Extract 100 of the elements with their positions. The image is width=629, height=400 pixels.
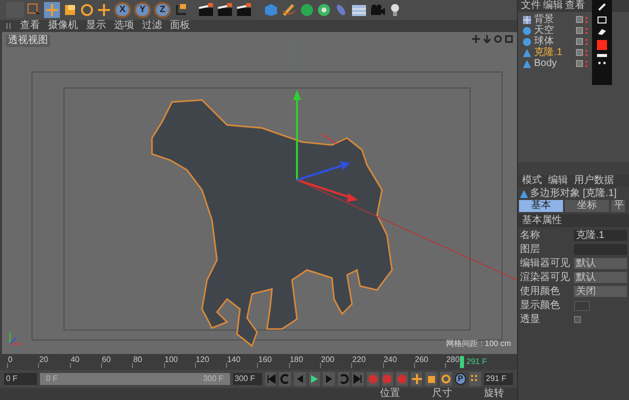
scale-key-icon bbox=[426, 374, 436, 384]
object-name: 球体 bbox=[534, 36, 555, 47]
menu-item[interactable]: 用户数据 bbox=[574, 175, 614, 187]
start-frame-field[interactable]: 0 F bbox=[4, 373, 38, 385]
position-key-icon bbox=[412, 374, 422, 384]
move-icon[interactable] bbox=[472, 35, 480, 43]
next-frame-button[interactable] bbox=[323, 372, 335, 386]
render-settings-icon[interactable] bbox=[236, 3, 252, 17]
dropdown[interactable]: 默认 bbox=[574, 272, 627, 283]
color-swatch[interactable] bbox=[597, 40, 607, 50]
add-icon[interactable] bbox=[97, 3, 111, 17]
scale-key-button[interactable] bbox=[425, 372, 438, 386]
select-arrow-icon[interactable] bbox=[27, 3, 41, 17]
previous-key-icon bbox=[280, 374, 290, 384]
ruler-tick-label: 20 bbox=[39, 355, 48, 365]
object-row[interactable]: 克隆.1 bbox=[518, 47, 629, 58]
panel-grip-icon bbox=[6, 22, 12, 30]
ruler-tick-label: 40 bbox=[70, 355, 80, 365]
auto-key-icon bbox=[382, 374, 392, 384]
menu-item[interactable]: 过滤 bbox=[142, 20, 162, 32]
next-key-icon bbox=[338, 374, 349, 384]
axis-lock-button[interactable]: X bbox=[114, 2, 131, 18]
world-axis-icon bbox=[10, 332, 22, 344]
rectangle-icon[interactable] bbox=[597, 16, 607, 24]
next-key-button[interactable] bbox=[338, 372, 350, 386]
go-to-start-button[interactable] bbox=[264, 372, 276, 386]
floor-icon[interactable] bbox=[351, 3, 367, 17]
axis-lock-button[interactable]: Z bbox=[154, 2, 171, 18]
pen-tool-icon[interactable] bbox=[281, 3, 297, 17]
tab[interactable]: 平 bbox=[611, 200, 625, 212]
checkbox[interactable] bbox=[574, 316, 581, 323]
render-view-icon[interactable] bbox=[198, 3, 214, 17]
text-field[interactable]: 克隆.1 bbox=[574, 230, 627, 241]
color-field[interactable] bbox=[574, 300, 590, 310]
record-icon bbox=[368, 374, 378, 384]
more-icon[interactable] bbox=[597, 61, 607, 65]
rotation-key-button[interactable] bbox=[440, 372, 452, 386]
menu-item[interactable]: 查看 bbox=[20, 20, 40, 32]
auto-key-button[interactable] bbox=[382, 372, 394, 386]
go-to-end-button[interactable] bbox=[352, 372, 364, 386]
field-label: 透显 bbox=[520, 314, 541, 325]
tab[interactable]: 基本 bbox=[519, 200, 563, 212]
range-end-label: 300 F bbox=[203, 373, 224, 385]
section-header: 基本属性 bbox=[518, 214, 629, 227]
menu-item[interactable]: 模式 bbox=[522, 175, 542, 187]
menu-item[interactable]: 编辑 bbox=[548, 175, 568, 187]
previous-frame-button[interactable] bbox=[294, 372, 306, 386]
next-frame-icon bbox=[324, 374, 334, 384]
point-level-button[interactable] bbox=[469, 372, 481, 386]
dropdown[interactable]: 默认 bbox=[574, 258, 627, 269]
light-bulb-icon[interactable] bbox=[389, 3, 401, 17]
ruler-tick-label: 260 bbox=[414, 355, 428, 365]
dropdown[interactable]: 关闭 bbox=[574, 286, 627, 297]
viewport-label: 透视视图 bbox=[6, 35, 50, 47]
field-label: 显示颜色 bbox=[520, 300, 561, 311]
object-row[interactable]: Body bbox=[518, 58, 629, 69]
field-label: 图层 bbox=[520, 244, 541, 255]
parameter-key-button[interactable]: P bbox=[454, 373, 466, 385]
end-frame-field[interactable]: 300 F bbox=[232, 373, 262, 385]
axis-lock-button[interactable]: Y bbox=[134, 2, 151, 18]
tab[interactable]: 坐标 bbox=[565, 200, 609, 212]
ruler-tick-label: 180 bbox=[290, 355, 304, 365]
playhead-marker[interactable] bbox=[460, 356, 464, 368]
current-frame-field[interactable]: 291 F bbox=[484, 373, 514, 385]
keyframe-selection-icon bbox=[396, 374, 407, 384]
rotate-icon[interactable] bbox=[494, 35, 502, 43]
previous-frame-icon bbox=[294, 374, 305, 384]
dolly-icon[interactable] bbox=[483, 35, 491, 43]
visibility-dots-icon bbox=[585, 48, 588, 56]
record-button[interactable] bbox=[366, 372, 379, 386]
play-button[interactable] bbox=[308, 372, 320, 386]
column-header: 尺寸 bbox=[432, 388, 452, 400]
menu-item[interactable]: 查看 bbox=[565, 0, 585, 12]
cube-icon[interactable] bbox=[264, 3, 278, 17]
menu-item[interactable]: 编辑 bbox=[543, 0, 563, 12]
coordinate-system-icon[interactable] bbox=[174, 3, 188, 17]
sphere-icon[interactable] bbox=[300, 3, 314, 17]
position-key-button[interactable] bbox=[410, 372, 422, 386]
visibility-dots-icon bbox=[585, 60, 588, 68]
rotate-icon[interactable] bbox=[80, 3, 94, 17]
eraser-icon[interactable] bbox=[597, 28, 607, 36]
object-row[interactable]: 球体 bbox=[518, 36, 629, 47]
polygon-object-icon bbox=[520, 190, 528, 198]
pen-icon[interactable] bbox=[597, 2, 607, 12]
menu-item[interactable]: 显示 bbox=[86, 20, 106, 32]
object-name: Body bbox=[534, 58, 558, 69]
menu-item[interactable]: 摄像机 bbox=[48, 20, 78, 32]
previous-key-button[interactable] bbox=[279, 372, 291, 386]
field-label: 渲染器可见 bbox=[520, 272, 571, 283]
ruler-tick-label: 100 bbox=[164, 355, 178, 365]
menu-item[interactable]: 选项 bbox=[114, 20, 134, 32]
scale-icon[interactable] bbox=[63, 3, 77, 17]
go-to-start-icon bbox=[266, 374, 276, 384]
ruler-tick-label: 200 bbox=[321, 355, 334, 365]
window-icon[interactable] bbox=[505, 35, 513, 43]
menu-item[interactable]: 面板 bbox=[170, 20, 190, 32]
render-icon[interactable] bbox=[217, 3, 233, 17]
object-row[interactable]: 天空 bbox=[518, 25, 629, 36]
visibility-dots-icon bbox=[585, 26, 588, 34]
object-row[interactable]: 背景 bbox=[518, 14, 629, 25]
